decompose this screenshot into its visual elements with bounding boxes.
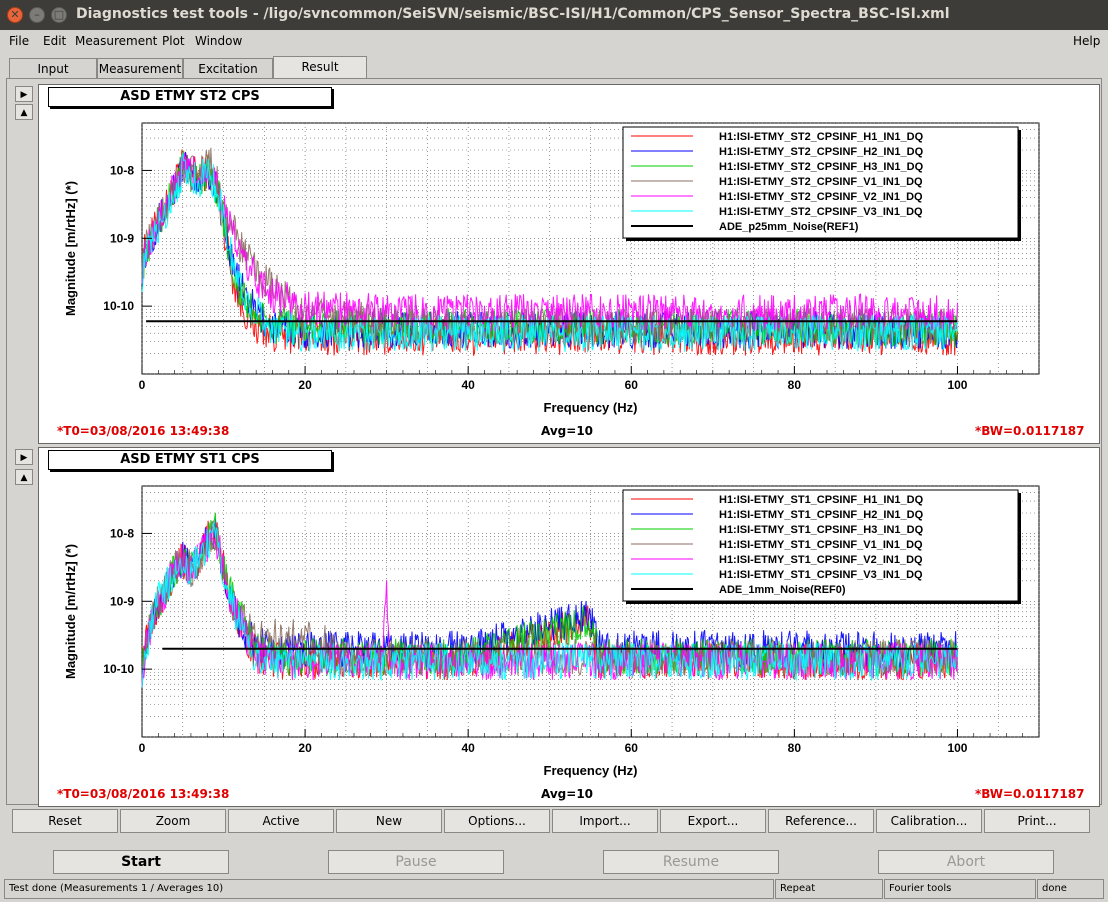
- triangle-up-icon: ▲: [20, 108, 28, 118]
- export-button[interactable]: Export...: [660, 809, 766, 833]
- plot-pad-st1[interactable]: 0 20 40 60 80 100 10-10 10-9 10-8 Frequency (Hz) M…: [38, 447, 1100, 807]
- menu-plot[interactable]: Plot: [162, 34, 185, 48]
- plot1-expand-button[interactable]: ▶: [15, 86, 33, 102]
- y-tick-label: 10-9: [110, 231, 134, 245]
- status-tool: Fourier tools: [884, 879, 1036, 899]
- maximize-icon: □: [53, 8, 65, 21]
- x-tick-label: 100: [947, 741, 967, 755]
- pause-button[interactable]: Pause: [328, 850, 504, 874]
- y-tick-label: 10-9: [110, 594, 134, 608]
- y-tick-label: 10-10: [103, 299, 134, 313]
- minimize-icon: –: [34, 8, 40, 21]
- x-axis-label: Frequency (Hz): [544, 400, 638, 415]
- triangle-right-icon: ▶: [20, 453, 28, 463]
- asd-st2-chart: 0 20 40 60 80 100 10-10 10-9 10-8 Frequency (Hz) M…: [63, 122, 1040, 415]
- status-message: Test done (Measurements 1 / Averages 10): [4, 879, 774, 899]
- reference-button[interactable]: Reference...: [768, 809, 874, 833]
- window-title: Diagnostics test tools - /ligo/svncommon…: [76, 6, 950, 22]
- import-button[interactable]: Import...: [552, 809, 658, 833]
- x-tick-label: 80: [788, 741, 802, 755]
- menu-bar: File Edit Measurement Plot Window Help: [0, 30, 1108, 52]
- legend-entry-label: H1:ISI-ETMY_ST2_CPSINF_V2_IN1_DQ: [719, 191, 923, 203]
- triangle-right-icon: ▶: [20, 90, 28, 100]
- menu-window[interactable]: Window: [195, 34, 242, 48]
- legend-entry-label: H1:ISI-ETMY_ST1_CPSINF_V2_IN1_DQ: [719, 554, 923, 566]
- legend-entry-label: H1:ISI-ETMY_ST2_CPSINF_H2_IN1_DQ: [719, 146, 924, 158]
- t0-label: *T0=03/08/2016 13:49:38: [57, 787, 230, 801]
- window-maximize-button[interactable]: □: [51, 7, 67, 23]
- menu-file[interactable]: File: [9, 34, 29, 48]
- x-tick-label: 80: [788, 378, 802, 392]
- legend-entry-label: H1:ISI-ETMY_ST1_CPSINF_V1_IN1_DQ: [719, 539, 923, 551]
- legend-entry-label: H1:ISI-ETMY_ST2_CPSINF_V3_IN1_DQ: [719, 206, 923, 218]
- window-minimize-button[interactable]: –: [29, 7, 45, 23]
- status-bar: Test done (Measurements 1 / Averages 10)…: [0, 879, 1108, 901]
- x-tick-label: 40: [462, 741, 476, 755]
- y-axis-label: Magnitude [m/rtHz] (*): [63, 544, 78, 679]
- plot1-collapse-button[interactable]: ▲: [15, 104, 33, 120]
- plot2-expand-button[interactable]: ▶: [15, 449, 33, 465]
- bw-label: *BW=0.0117187: [975, 787, 1085, 801]
- tab-measurement[interactable]: Measurement: [97, 58, 183, 78]
- y-axis-label: Magnitude [m/rtHz] (*): [63, 181, 78, 316]
- asd-st1-chart: 0 20 40 60 80 100 10-10 10-9 10-8 Frequency (Hz) M…: [63, 485, 1040, 778]
- x-tick-label: 20: [298, 378, 312, 392]
- legend-entry-label: ADE_p25mm_Noise(REF1): [719, 221, 859, 233]
- menu-edit[interactable]: Edit: [43, 34, 66, 48]
- window-titlebar: ✕ – □ Diagnostics test tools - /ligo/svn…: [0, 0, 1108, 30]
- plot-title: ASD ETMY ST1 CPS: [48, 450, 332, 470]
- legend-entry-label: H1:ISI-ETMY_ST2_CPSINF_H1_IN1_DQ: [719, 131, 924, 143]
- legend-entry-label: H1:ISI-ETMY_ST1_CPSINF_H1_IN1_DQ: [719, 494, 924, 506]
- y-tick-label: 10-10: [103, 662, 134, 676]
- close-icon: ✕: [10, 8, 20, 21]
- plot-title: ASD ETMY ST2 CPS: [48, 87, 332, 107]
- legend-entry-label: H1:ISI-ETMY_ST1_CPSINF_V3_IN1_DQ: [719, 569, 923, 581]
- calibration-button[interactable]: Calibration...: [876, 809, 982, 833]
- tab-result[interactable]: Result: [273, 56, 367, 78]
- x-tick-label: 100: [947, 378, 967, 392]
- x-tick-label: 60: [625, 378, 639, 392]
- legend-entry-label: ADE_1mm_Noise(REF0): [719, 584, 846, 596]
- status-mode: Repeat: [775, 879, 883, 899]
- plot-pad-st2[interactable]: 0 20 40 60 80 100 10-10 10-9 10-8 Frequency (Hz) M…: [38, 84, 1100, 444]
- legend-entry-label: H1:ISI-ETMY_ST1_CPSINF_H2_IN1_DQ: [719, 509, 924, 521]
- avg-label: Avg=10: [541, 424, 594, 438]
- bw-label: *BW=0.0117187: [975, 424, 1085, 438]
- x-axis-label: Frequency (Hz): [544, 763, 638, 778]
- legend-entry-label: H1:ISI-ETMY_ST2_CPSINF_H3_IN1_DQ: [719, 161, 924, 173]
- zoom-button[interactable]: Zoom: [120, 809, 226, 833]
- status-state: done: [1037, 879, 1104, 899]
- x-tick-label: 0: [139, 378, 146, 392]
- abort-button[interactable]: Abort: [878, 850, 1054, 874]
- x-tick-label: 0: [139, 741, 146, 755]
- options-button[interactable]: Options...: [444, 809, 550, 833]
- tab-excitation[interactable]: Excitation: [183, 58, 273, 78]
- start-button[interactable]: Start: [53, 850, 229, 874]
- tab-input[interactable]: Input: [9, 58, 97, 78]
- menu-help[interactable]: Help: [1073, 34, 1100, 48]
- active-button[interactable]: Active: [228, 809, 334, 833]
- triangle-up-icon: ▲: [20, 473, 28, 483]
- resume-button[interactable]: Resume: [603, 850, 779, 874]
- legend-entry-label: H1:ISI-ETMY_ST1_CPSINF_H3_IN1_DQ: [719, 524, 924, 536]
- legend-entry-label: H1:ISI-ETMY_ST2_CPSINF_V1_IN1_DQ: [719, 176, 923, 188]
- x-tick-label: 60: [625, 741, 639, 755]
- reset-button[interactable]: Reset: [12, 809, 118, 833]
- y-tick-label: 10-8: [110, 526, 134, 540]
- menu-measurement[interactable]: Measurement: [75, 34, 157, 48]
- print-button[interactable]: Print...: [984, 809, 1090, 833]
- t0-label: *T0=03/08/2016 13:49:38: [57, 424, 230, 438]
- y-tick-label: 10-8: [110, 163, 134, 177]
- x-tick-label: 20: [298, 741, 312, 755]
- x-tick-label: 40: [462, 378, 476, 392]
- avg-label: Avg=10: [541, 787, 594, 801]
- plot2-collapse-button[interactable]: ▲: [15, 469, 33, 485]
- window-close-button[interactable]: ✕: [7, 7, 23, 23]
- new-button[interactable]: New: [336, 809, 442, 833]
